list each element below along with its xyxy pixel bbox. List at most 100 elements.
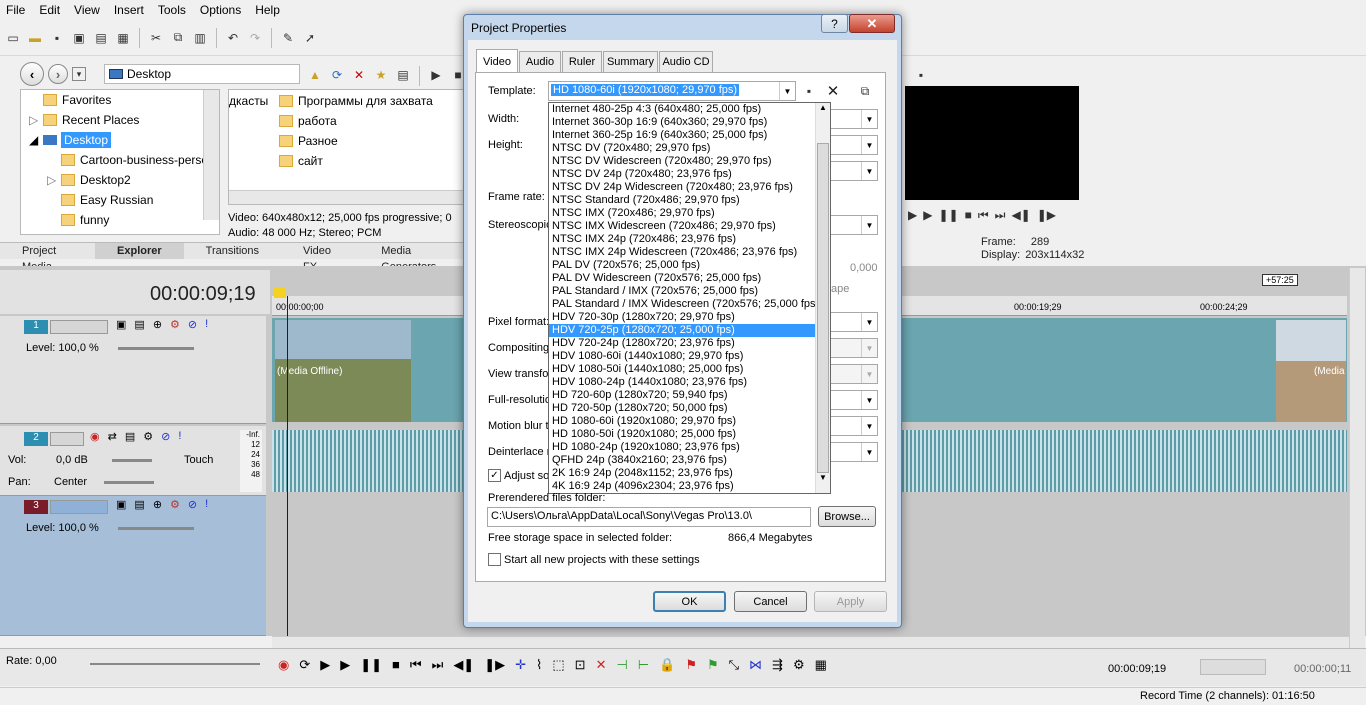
delete-icon[interactable]: ✕ bbox=[596, 657, 607, 673]
mute-icon[interactable]: ⊘ bbox=[188, 318, 197, 331]
prev-frame-icon[interactable]: ◀❚ bbox=[1011, 208, 1030, 223]
track-2-vol-slider[interactable] bbox=[112, 459, 152, 462]
template-combo[interactable]: HD 1080-60i (1920x1080; 29,970 fps) ▼ bbox=[548, 81, 796, 101]
template-option[interactable]: HD 1080-60i (1920x1080; 29,970 fps) bbox=[549, 415, 830, 428]
timeline-vscrollbar[interactable] bbox=[1349, 268, 1365, 648]
auto-crossfade-icon[interactable]: ⋈ bbox=[749, 657, 762, 673]
menu-help[interactable]: Help bbox=[255, 3, 280, 17]
tab-explorer[interactable]: Explorer bbox=[95, 243, 184, 259]
track-3-level-slider[interactable] bbox=[118, 527, 194, 530]
template-option[interactable]: NTSC DV Widescreen (720x480; 29,970 fps) bbox=[549, 155, 830, 168]
go-to-end-icon[interactable]: ⏭ bbox=[995, 208, 1006, 223]
video-clip-start[interactable]: (Media Offline) bbox=[275, 320, 411, 422]
collapse-arrow-icon[interactable]: ◢ bbox=[29, 133, 43, 147]
template-option[interactable]: HDV 1080-60i (1440x1080; 29,970 fps) bbox=[549, 350, 830, 363]
tab-audio[interactable]: Audio bbox=[519, 51, 561, 72]
track-3-name-field[interactable] bbox=[50, 500, 108, 514]
selection-time[interactable]: 00:00:00;11 bbox=[1294, 663, 1351, 675]
play-preview-icon[interactable]: ▶ bbox=[427, 66, 445, 84]
template-option[interactable]: NTSC Standard (720x486; 29,970 fps) bbox=[549, 194, 830, 207]
playhead-marker[interactable] bbox=[274, 288, 286, 298]
track-fx-icon[interactable]: ▤ bbox=[125, 430, 135, 443]
selection-tool-icon[interactable]: ⬚ bbox=[552, 657, 564, 673]
solo-icon[interactable]: ! bbox=[205, 498, 208, 511]
template-option[interactable]: NTSC IMX Widescreen (720x486; 29,970 fps… bbox=[549, 220, 830, 233]
motion-icon[interactable]: ▣ bbox=[116, 318, 126, 331]
selection-length-field[interactable] bbox=[1200, 659, 1266, 675]
start-all-checkbox[interactable] bbox=[488, 553, 501, 566]
template-option[interactable]: HD 1080-24p (1920x1080; 23,976 fps) bbox=[549, 441, 830, 454]
chevron-down-icon[interactable]: ▼ bbox=[861, 417, 877, 435]
tab-video[interactable]: Video bbox=[476, 49, 518, 73]
loop-icon[interactable]: ⟳ bbox=[299, 657, 310, 673]
tab-transitions[interactable]: Transitions bbox=[184, 243, 281, 259]
track-2-pan-slider[interactable] bbox=[104, 481, 154, 484]
go-to-start-icon[interactable]: ⏮ bbox=[978, 208, 989, 223]
pixel-format-combo[interactable]: ▼ bbox=[828, 312, 878, 332]
address-bar[interactable]: Desktop bbox=[104, 64, 300, 84]
menu-view[interactable]: View bbox=[74, 3, 100, 17]
close-button[interactable]: ✕ bbox=[849, 14, 895, 33]
browse-button[interactable]: Browse... bbox=[818, 506, 876, 527]
menu-file[interactable]: File bbox=[6, 3, 25, 17]
play-icon[interactable]: ▶ bbox=[908, 208, 917, 223]
template-option[interactable]: 2K 16:9 24p (2048x1152; 23,976 fps) bbox=[549, 467, 830, 480]
tree-item-easy-russian[interactable]: Easy Russian bbox=[21, 190, 219, 210]
region-icon[interactable]: ⚑ bbox=[707, 657, 719, 673]
tree-item-funny[interactable]: funny bbox=[21, 210, 219, 230]
width-combo[interactable]: ▼ bbox=[828, 109, 878, 129]
stereoscopic-combo[interactable]: ▼ bbox=[828, 215, 878, 235]
template-option[interactable]: HD 1080-50i (1920x1080; 25,000 fps) bbox=[549, 428, 830, 441]
chevron-down-icon[interactable]: ▼ bbox=[861, 110, 877, 128]
gear-icon[interactable]: ⚙ bbox=[143, 430, 153, 443]
scroll-thumb[interactable] bbox=[817, 143, 829, 473]
pointer-icon[interactable]: ➚ bbox=[301, 29, 319, 47]
motion-icon[interactable]: ▣ bbox=[116, 498, 126, 511]
template-option[interactable]: HDV 1080-50i (1440x1080; 25,000 fps) bbox=[549, 363, 830, 376]
favorite-icon[interactable]: ★ bbox=[372, 66, 390, 84]
template-option[interactable]: HDV 1080-24p (1440x1080; 23,976 fps) bbox=[549, 376, 830, 389]
expand-arrow-icon[interactable]: ▷ bbox=[47, 173, 61, 187]
chevron-down-icon[interactable]: ▼ bbox=[861, 162, 877, 180]
next-frame-icon[interactable]: ❚▶ bbox=[484, 657, 505, 673]
field-order-combo[interactable]: ▼ bbox=[828, 161, 878, 181]
track-1-level-slider[interactable] bbox=[118, 347, 194, 350]
play-from-start-icon[interactable]: ▶ bbox=[320, 657, 330, 673]
folder-path-field[interactable]: C:\Users\Ольга\AppData\Local\Sony\Vegas … bbox=[487, 507, 811, 527]
file-item-3[interactable]: сайт bbox=[279, 154, 323, 168]
snapping-icon[interactable]: ⤡ bbox=[729, 657, 739, 673]
chevron-down-icon[interactable]: ▼ bbox=[861, 443, 877, 461]
template-option[interactable]: HD 720-50p (1280x720; 50,000 fps) bbox=[549, 402, 830, 415]
mute-icon[interactable]: ⊘ bbox=[161, 430, 170, 443]
file-item-2[interactable]: Разное bbox=[279, 134, 338, 148]
template-option[interactable]: NTSC IMX 24p (720x486; 23,976 fps) bbox=[549, 233, 830, 246]
undo-icon[interactable]: ↶ bbox=[224, 29, 242, 47]
delete-icon[interactable]: ✕ bbox=[350, 66, 368, 84]
template-option[interactable]: NTSC DV (720x480; 29,970 fps) bbox=[549, 142, 830, 155]
stop-icon[interactable]: ■ bbox=[965, 208, 972, 223]
chevron-down-icon[interactable]: ▼ bbox=[861, 313, 877, 331]
split-icon[interactable]: ⊢ bbox=[638, 657, 649, 673]
template-option[interactable]: Internet 360-25p 16:9 (640x360; 25,000 f… bbox=[549, 129, 830, 142]
height-combo[interactable]: ▼ bbox=[828, 135, 878, 155]
solo-icon[interactable]: ! bbox=[178, 430, 181, 443]
mute-icon[interactable]: ⊘ bbox=[188, 498, 197, 511]
trim-icon[interactable]: ⊣ bbox=[616, 657, 627, 673]
ignore-grouping-icon[interactable]: ▦ bbox=[815, 657, 827, 673]
prev-frame-icon[interactable]: ◀❚ bbox=[453, 657, 474, 673]
ripple-edit-icon[interactable]: ⇶ bbox=[772, 657, 783, 673]
pause-icon[interactable]: ❚❚ bbox=[360, 657, 382, 673]
menu-options[interactable]: Options bbox=[200, 3, 241, 17]
chevron-down-icon[interactable]: ▼ bbox=[861, 216, 877, 234]
template-option[interactable]: QFHD 24p (3840x2160; 23,976 fps) bbox=[549, 454, 830, 467]
menu-insert[interactable]: Insert bbox=[114, 3, 144, 17]
save-template-icon[interactable]: ▪ bbox=[800, 82, 818, 100]
tab-project-media[interactable]: Project Media bbox=[0, 243, 95, 273]
template-option[interactable]: NTSC IMX (720x486; 29,970 fps) bbox=[549, 207, 830, 220]
stop-icon[interactable]: ■ bbox=[392, 657, 400, 673]
track-fx-icon[interactable]: ▤ bbox=[134, 498, 144, 511]
tab-summary[interactable]: Summary bbox=[603, 51, 658, 72]
lock-icon[interactable]: 🔒 bbox=[659, 657, 675, 673]
menu-edit[interactable]: Edit bbox=[39, 3, 60, 17]
template-option[interactable]: Internet 360-30p 16:9 (640x360; 29,970 f… bbox=[549, 116, 830, 129]
